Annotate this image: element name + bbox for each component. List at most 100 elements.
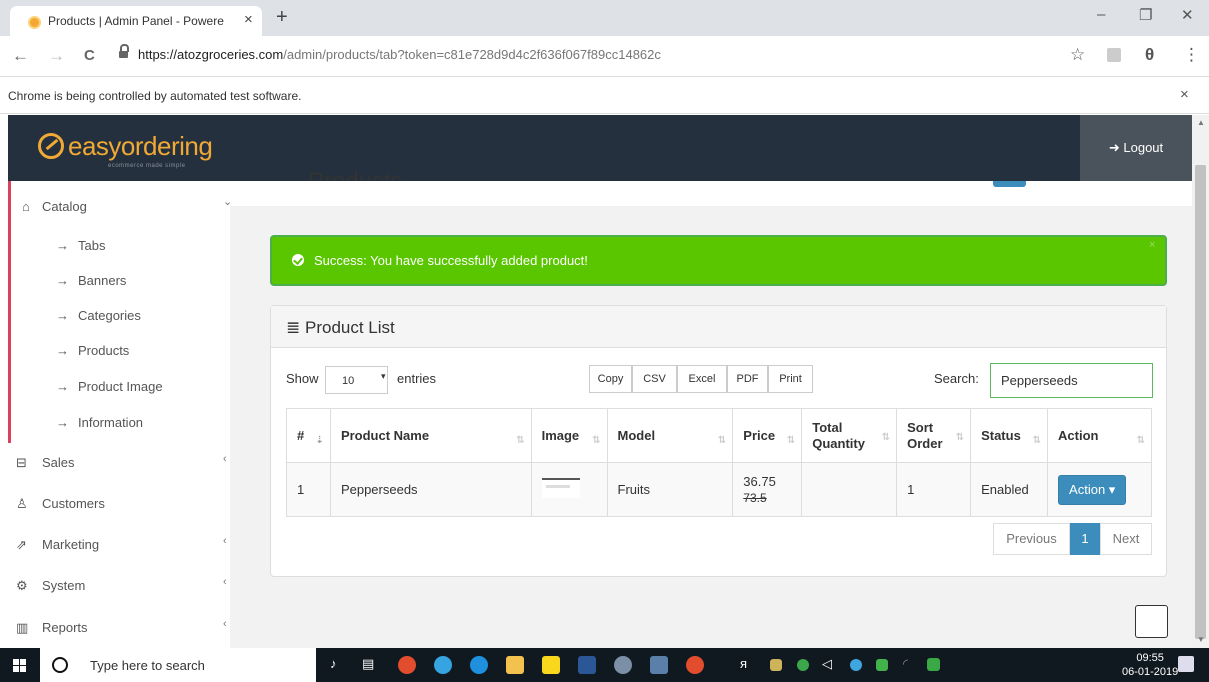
column-header-index[interactable]: # ⇣ <box>286 408 331 463</box>
sidebar-item-system[interactable]: ⚙ System <box>16 578 85 594</box>
search-input[interactable] <box>990 363 1153 398</box>
windows-start-icon[interactable] <box>13 659 26 672</box>
extension-icon[interactable] <box>1107 48 1121 62</box>
sidebar-item-categories[interactable]: → Categories <box>56 308 141 323</box>
pdf-button[interactable]: PDF <box>727 365 768 393</box>
reload-icon[interactable]: C <box>84 47 95 64</box>
page-length-select[interactable]: 10 <box>325 366 388 394</box>
bookmark-star-icon[interactable]: ☆ <box>1070 45 1085 65</box>
sidebar-item-sales[interactable]: ⊟ Sales <box>16 455 75 471</box>
volume-icon[interactable]: ◁ <box>822 656 832 672</box>
scroll-up-icon[interactable]: ▲ <box>1197 118 1205 127</box>
eclipse-icon[interactable] <box>614 656 632 674</box>
browser-tab[interactable]: Products | Admin Panel - Powere × <box>10 6 262 36</box>
url-field[interactable]: https://atozgroceries.com/admin/products… <box>138 47 661 62</box>
panel-title: ≣ Product List <box>286 318 395 338</box>
column-header-action[interactable]: Action ⇅ <box>1047 408 1152 463</box>
task-view-icon[interactable]: ▤ <box>362 656 374 672</box>
people-icon[interactable]: ᴙ <box>740 656 747 671</box>
url-path: /admin/products/tab?token=c81e728d9d4c2f… <box>283 47 661 62</box>
tab-close-icon[interactable]: × <box>244 11 253 28</box>
column-header-image[interactable]: Image ⇅ <box>530 408 608 463</box>
sidebar-item-label: Categories <box>78 308 141 323</box>
tray-shield-icon[interactable] <box>797 659 809 671</box>
column-header-sort-order[interactable]: Sort Order ⇅ <box>896 408 972 463</box>
browser-tab-strip: Products | Admin Panel - Powere × + – ❐ … <box>0 0 1209 36</box>
print-button[interactable]: Print <box>768 365 813 393</box>
scrollbar-thumb[interactable] <box>1195 165 1206 639</box>
copy-button[interactable]: Copy <box>589 365 632 393</box>
notification-icon[interactable] <box>1178 656 1194 672</box>
sidebar-item-banners[interactable]: → Banners <box>56 273 126 288</box>
chrome-active-icon[interactable] <box>686 656 704 674</box>
pagination-page-1[interactable]: 1 <box>1070 523 1100 555</box>
windows-logo-pane <box>20 659 26 665</box>
logo[interactable]: easyordering ecommerce made simple <box>8 115 230 181</box>
new-tab-button[interactable]: + <box>276 6 288 29</box>
column-header-product-name[interactable]: Product Name ⇅ <box>329 408 532 463</box>
sidebar-item-label: Product Image <box>78 379 163 394</box>
scroll-down-icon[interactable]: ▼ <box>1197 635 1205 644</box>
floating-widget-button[interactable] <box>1135 605 1168 638</box>
logo-text: easyordering <box>68 131 213 161</box>
action-dropdown-button[interactable]: Action ▾ <box>1058 474 1127 505</box>
page-scrollbar[interactable]: ▲ ▼ <box>1192 115 1209 648</box>
app-icon[interactable] <box>650 656 668 674</box>
cell-sort-order: 1 <box>896 462 972 517</box>
column-header-label: Image <box>541 428 580 443</box>
content-header <box>230 181 1192 206</box>
sidebar-item-reports[interactable]: ▥ Reports <box>16 620 88 636</box>
excel-button[interactable]: Excel <box>677 365 727 393</box>
window-close-button[interactable]: ✕ <box>1181 6 1194 24</box>
sidebar-item-label: Banners <box>78 273 127 288</box>
column-header-price[interactable]: Price ⇅ <box>732 408 803 463</box>
microphone-icon[interactable]: ♪ <box>330 656 337 671</box>
windows-taskbar: Type here to search ♪ ▤ ᴙ ◁ ◜ 09:55 06-0… <box>0 648 1209 682</box>
csv-button[interactable]: CSV <box>632 365 677 393</box>
sort-icon: ⇅ <box>592 435 601 446</box>
product-thumbnail[interactable] <box>541 478 580 498</box>
sidebar-item-information[interactable]: → Information <box>56 415 143 430</box>
sticky-notes-icon[interactable] <box>542 656 560 674</box>
sidebar-item-products[interactable]: → Products <box>56 343 129 358</box>
header-action-button[interactable] <box>993 181 1026 187</box>
cell-image <box>530 462 608 517</box>
file-explorer-icon[interactable] <box>506 656 524 674</box>
tray-icon[interactable] <box>770 659 782 671</box>
tray-green-icon[interactable] <box>927 658 940 671</box>
sidebar-active-accent <box>8 181 11 443</box>
network-icon[interactable] <box>850 659 862 671</box>
chrome-icon[interactable] <box>398 656 416 674</box>
minimize-button[interactable]: – <box>1097 6 1105 23</box>
column-header-model[interactable]: Model ⇅ <box>606 408 734 463</box>
alert-message: Success: You have successfully added pro… <box>314 253 588 268</box>
column-header-status[interactable]: Status ⇅ <box>970 408 1049 463</box>
windows-logo-pane <box>13 666 19 672</box>
sidebar-item-customers[interactable]: ♙ Customers <box>16 496 105 512</box>
sidebar-item-product-image[interactable]: → Product Image <box>56 379 163 394</box>
alert-close-icon[interactable]: × <box>1149 239 1155 251</box>
sidebar-item-tabs[interactable]: → Tabs <box>56 238 105 253</box>
pagination-next[interactable]: Next <box>1100 523 1152 555</box>
restore-button[interactable]: ❐ <box>1139 6 1152 24</box>
globe-app-icon[interactable] <box>434 656 452 674</box>
sidebar-item-catalog[interactable]: ⌂ Catalog <box>22 199 87 214</box>
infobar-close-icon[interactable]: × <box>1180 86 1189 103</box>
table-header-row: # ⇣ Product Name ⇅ Image ⇅ Model ⇅ Price ⇅ To… <box>286 408 1152 463</box>
logout-button[interactable]: ➜ Logout <box>1080 115 1192 181</box>
pagination-previous[interactable]: Previous <box>993 523 1070 555</box>
sidebar-item-marketing[interactable]: ⇗ Marketing <box>16 537 99 553</box>
browser-menu-icon[interactable]: ⋮ <box>1183 45 1200 65</box>
wifi-icon[interactable]: ◜ <box>903 656 908 672</box>
forward-icon[interactable]: → <box>48 46 65 66</box>
word-icon[interactable] <box>578 656 596 674</box>
edge-icon[interactable] <box>470 656 488 674</box>
profile-icon[interactable]: θ <box>1145 45 1154 65</box>
taskbar-clock[interactable]: 09:55 06-01-2019 <box>1122 651 1178 679</box>
taskbar-search-box[interactable]: Type here to search <box>40 648 316 682</box>
tray-app-icon[interactable] <box>876 659 888 671</box>
back-icon[interactable]: ← <box>12 46 29 66</box>
bar-chart-icon: ▥ <box>16 620 29 635</box>
lock-icon <box>119 44 129 60</box>
column-header-total-quantity[interactable]: Total Quantity ⇅ <box>801 408 898 463</box>
